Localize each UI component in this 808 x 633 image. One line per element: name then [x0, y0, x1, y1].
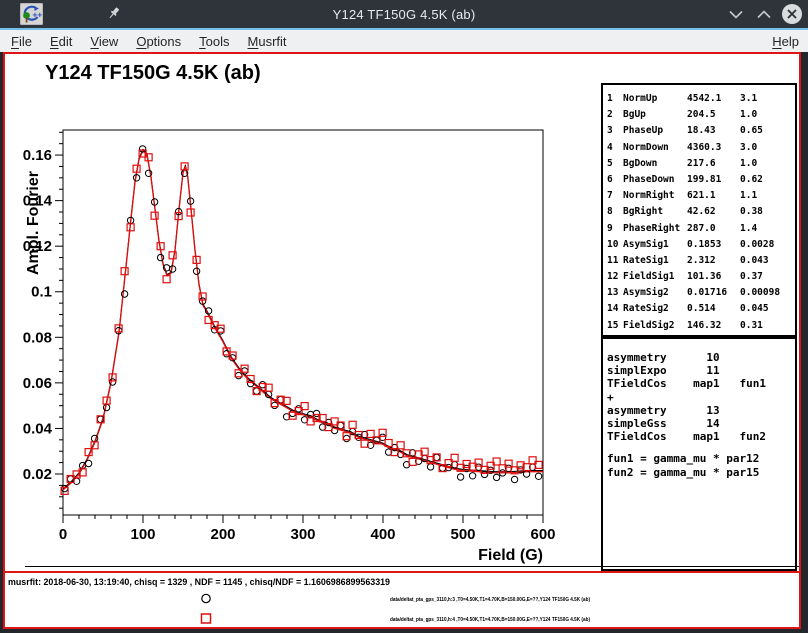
y-tick-label: 0.06	[23, 375, 52, 392]
param-row: 9PhaseRight287.01.4	[607, 221, 795, 237]
y-tick-label: 0.04	[23, 420, 53, 437]
x-tick-label: 500	[450, 526, 475, 543]
menu-item-tools[interactable]: Tools	[190, 32, 238, 51]
chevron-down-icon	[729, 10, 743, 19]
data-point-circle	[493, 474, 499, 480]
maximize-button[interactable]	[752, 2, 776, 26]
menu-item-musrfit[interactable]: Musrfit	[239, 32, 296, 51]
root-canvas[interactable]: Y124 TF150G 4.5K (ab) 0 100 200 300 400 500 600…	[3, 52, 801, 629]
plot-title: Y124 TF150G 4.5K (ab)	[45, 62, 261, 84]
theory-lines: asymmetry 10 simplExpo 11 TFieldCos map1…	[607, 351, 795, 443]
data-point-circle	[343, 435, 349, 441]
chevron-up-icon	[757, 10, 771, 19]
data-point-square	[163, 276, 170, 283]
menu-items: FileEditViewOptionsToolsMusrfit	[0, 32, 296, 51]
legend-marker-square	[202, 614, 211, 623]
param-row: 2BgUp204.51.0	[607, 107, 795, 123]
legend-marker-circle	[202, 594, 210, 602]
y-tick-label: 0.02	[23, 466, 52, 483]
fit-parameters-box: 1NormUp4542.13.12BgUp204.51.03PhaseUp18.…	[601, 83, 797, 337]
x-axis-title: Field (G)	[478, 547, 543, 564]
legend-entry-label: data/deltat_pta_gps_3110,h:3 ,T0=4.50K,T…	[390, 597, 590, 603]
data-point-square	[349, 421, 356, 428]
menu-item-edit[interactable]: Edit	[41, 32, 81, 51]
data-point-circle	[535, 473, 541, 479]
x-tick-label: 300	[290, 526, 315, 543]
theory-function-box: asymmetry 10 simplExpo 11 TFieldCos map1…	[601, 337, 797, 571]
param-row: 4NormDown4360.33.0	[607, 140, 795, 156]
pad-divider-line	[25, 566, 799, 567]
close-icon	[781, 3, 803, 25]
param-row: 6PhaseDown199.810.62	[607, 172, 795, 188]
fit-line-h4	[63, 151, 543, 490]
y-axis-title: Ampl. Fourier	[25, 171, 42, 275]
y-tick-label: 0.1	[31, 284, 52, 301]
param-row: 5BgDown217.61.0	[607, 156, 795, 172]
data-point-circle	[457, 474, 463, 480]
data-point-circle	[469, 473, 475, 479]
minimize-button[interactable]	[724, 2, 748, 26]
param-row: 10AsymSig10.18530.0028	[607, 237, 795, 253]
y-tick-label: 0.08	[23, 329, 52, 346]
stats-legend-pad: musrfit: 2018-06-30, 13:19:40, chisq = 1…	[3, 571, 801, 629]
data-point-circle	[511, 476, 517, 482]
param-row: 7NormRight621.11.1	[607, 188, 795, 204]
param-row: 3PhaseUp18.430.65	[607, 123, 795, 139]
x-tick-label: 0	[59, 526, 67, 543]
data-point-circle	[427, 464, 433, 470]
param-row: 15FieldSig2146.320.31	[607, 318, 795, 334]
x-tick-label: 200	[210, 526, 235, 543]
fun-definitions: fun1 = gamma_mu * par12 fun2 = gamma_mu …	[607, 452, 795, 478]
data-point-circle	[121, 291, 127, 297]
window-title: Y124 TF150G 4.5K (ab)	[0, 7, 808, 22]
data-point-circle	[85, 460, 91, 466]
titlebar[interactable]: ++ Y124 TF150G 4.5K (ab)	[0, 0, 808, 28]
musrfit-info-line: musrfit: 2018-06-30, 13:19:40, chisq = 1…	[8, 577, 390, 588]
legend-entry-label: data/deltat_pta_gps_3110,h:4 ,T0=4.50K,T…	[390, 617, 590, 623]
menu-item-options[interactable]: Options	[127, 32, 190, 51]
menubar: FileEditViewOptionsToolsMusrfit Help	[0, 30, 808, 52]
close-button[interactable]	[780, 2, 804, 26]
param-row: 11RateSig12.3120.043	[607, 253, 795, 269]
y-tick-label: 0.16	[23, 147, 52, 164]
data-point-circle	[157, 254, 163, 260]
menu-item-file[interactable]: File	[2, 32, 41, 51]
x-tick-label: 100	[130, 526, 155, 543]
param-row: 1NormUp4542.13.1	[607, 91, 795, 107]
param-row: 14RateSig20.5140.045	[607, 301, 795, 317]
menu-item-help[interactable]: Help	[763, 32, 808, 51]
x-tick-label: 400	[370, 526, 395, 543]
data-point-circle	[109, 379, 115, 385]
param-row: 8BgRight42.620.38	[607, 204, 795, 220]
data-point-circle	[235, 372, 241, 378]
fit-line-h3	[63, 149, 543, 488]
param-row: 12FieldSig1101.360.37	[607, 269, 795, 285]
x-tick-label: 600	[530, 526, 555, 543]
data-point-square	[121, 268, 128, 275]
menu-item-view[interactable]: View	[81, 32, 127, 51]
application-window: ++ Y124 TF150G 4.5K (ab)	[0, 0, 808, 633]
param-row: 13AsymSig20.017160.00098	[607, 285, 795, 301]
data-point-square	[151, 212, 158, 219]
